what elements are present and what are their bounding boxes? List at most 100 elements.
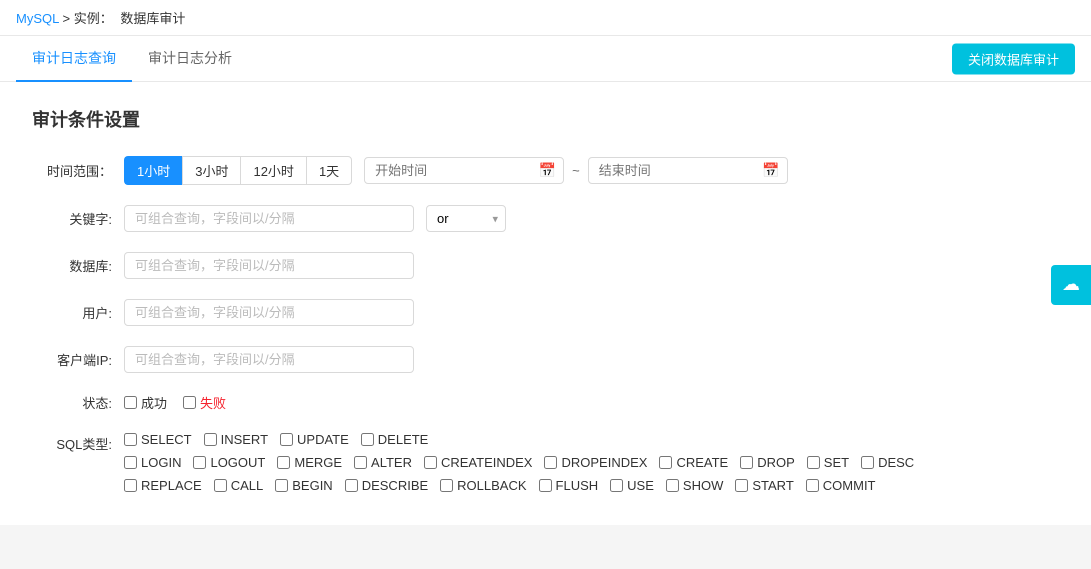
cb-merge[interactable]: [277, 456, 290, 469]
cb-use[interactable]: [610, 479, 623, 492]
sql-cb-replace[interactable]: REPLACE: [124, 478, 202, 493]
sql-cb-delete[interactable]: DELETE: [361, 432, 429, 447]
cb-set[interactable]: [807, 456, 820, 469]
sql-cb-merge[interactable]: MERGE: [277, 455, 342, 470]
sql-cb-logout[interactable]: LOGOUT: [193, 455, 265, 470]
time-range-label: 时间范围：: [32, 161, 112, 180]
sql-cb-begin[interactable]: BEGIN: [275, 478, 332, 493]
breadcrumb-sep1: >: [62, 11, 73, 26]
cloud-icon: ☁: [1062, 274, 1080, 295]
sql-cb-alter[interactable]: ALTER: [354, 455, 412, 470]
time-btn-1d[interactable]: 1天: [306, 156, 352, 185]
cb-drop[interactable]: [740, 456, 753, 469]
cb-start[interactable]: [735, 479, 748, 492]
database-label: 数据库:: [32, 256, 112, 275]
close-db-audit-button[interactable]: 关闭数据库审计: [952, 43, 1075, 74]
cb-delete[interactable]: [361, 433, 374, 446]
time-btn-3h[interactable]: 3小时: [182, 156, 240, 185]
date-separator: ~: [572, 163, 580, 178]
tab-analysis[interactable]: 审计日志分析: [132, 36, 248, 82]
main-container: 审计日志查询 审计日志分析 关闭数据库审计 审计条件设置 时间范围： 1小时 3…: [0, 36, 1091, 525]
client-ip-row: 客户端IP:: [32, 346, 1059, 373]
sql-cb-update[interactable]: UPDATE: [280, 432, 349, 447]
time-buttons: 1小时 3小时 12小时 1天: [124, 156, 352, 185]
start-date-input[interactable]: [364, 157, 564, 184]
breadcrumb-page: 数据库审计: [120, 11, 185, 26]
status-success-label[interactable]: 成功: [124, 393, 167, 412]
status-label: 状态:: [32, 393, 112, 412]
float-cloud-button[interactable]: ☁: [1051, 265, 1091, 305]
time-btn-1h[interactable]: 1小时: [124, 156, 182, 185]
database-row: 数据库:: [32, 252, 1059, 279]
sql-row-1: SELECT INSERT UPDATE DELETE: [124, 432, 922, 447]
operator-select-wrap: or and ▾: [426, 205, 506, 232]
cb-replace[interactable]: [124, 479, 137, 492]
breadcrumb-instance-label: 实例：: [74, 11, 113, 26]
sql-cb-createindex[interactable]: CREATEINDEX: [424, 455, 533, 470]
sql-type-section: SQL类型: SELECT INSERT UPDATE DELETE LOGIN…: [32, 432, 1059, 493]
keyword-row: 关键字: or and ▾: [32, 205, 1059, 232]
user-input[interactable]: [124, 299, 414, 326]
cb-select[interactable]: [124, 433, 137, 446]
cb-alter[interactable]: [354, 456, 367, 469]
operator-select[interactable]: or and: [426, 205, 506, 232]
database-input[interactable]: [124, 252, 414, 279]
tab-query[interactable]: 审计日志查询: [16, 36, 132, 82]
status-fail-text: 失败: [200, 393, 226, 412]
status-success-checkbox[interactable]: [124, 396, 137, 409]
end-date-input[interactable]: [588, 157, 788, 184]
sql-cb-select[interactable]: SELECT: [124, 432, 192, 447]
sql-cb-create[interactable]: CREATE: [659, 455, 728, 470]
cb-begin[interactable]: [275, 479, 288, 492]
status-row: 状态: 成功 失败: [32, 393, 1059, 412]
sql-cb-rollback[interactable]: ROLLBACK: [440, 478, 526, 493]
cb-flush[interactable]: [539, 479, 552, 492]
end-date-wrap: 📅: [588, 157, 788, 184]
user-label: 用户:: [32, 303, 112, 322]
sql-cb-call[interactable]: CALL: [214, 478, 264, 493]
client-ip-input[interactable]: [124, 346, 414, 373]
cb-update[interactable]: [280, 433, 293, 446]
sql-cb-insert[interactable]: INSERT: [204, 432, 268, 447]
sql-row-2: LOGIN LOGOUT MERGE ALTER CREATEINDEX DRO…: [124, 455, 922, 470]
user-row: 用户:: [32, 299, 1059, 326]
sql-cb-start[interactable]: START: [735, 478, 793, 493]
sql-cb-use[interactable]: USE: [610, 478, 654, 493]
sql-cb-drop[interactable]: DROP: [740, 455, 795, 470]
cb-describe[interactable]: [345, 479, 358, 492]
status-fail-label[interactable]: 失败: [183, 393, 226, 412]
cb-desc[interactable]: [861, 456, 874, 469]
cb-logout[interactable]: [193, 456, 206, 469]
client-ip-label: 客户端IP:: [32, 350, 112, 369]
sql-cb-set[interactable]: SET: [807, 455, 849, 470]
cb-create[interactable]: [659, 456, 672, 469]
time-range-row: 时间范围： 1小时 3小时 12小时 1天 📅 ~ 📅: [32, 156, 1059, 185]
keyword-input[interactable]: [124, 205, 414, 232]
time-btn-12h[interactable]: 12小时: [240, 156, 305, 185]
sql-cb-login[interactable]: LOGIN: [124, 455, 181, 470]
sql-row-3: REPLACE CALL BEGIN DESCRIBE ROLLBACK FLU…: [124, 478, 922, 493]
keyword-label: 关键字:: [32, 209, 112, 228]
cb-createindex[interactable]: [424, 456, 437, 469]
tab-bar: 审计日志查询 审计日志分析 关闭数据库审计: [0, 36, 1091, 82]
cb-show[interactable]: [666, 479, 679, 492]
sql-cb-show[interactable]: SHOW: [666, 478, 723, 493]
sql-type-label: SQL类型:: [32, 432, 112, 453]
cb-commit[interactable]: [806, 479, 819, 492]
cb-insert[interactable]: [204, 433, 217, 446]
cb-call[interactable]: [214, 479, 227, 492]
sql-cb-flush[interactable]: FLUSH: [539, 478, 599, 493]
breadcrumb-mysql[interactable]: MySQL: [16, 11, 59, 26]
sql-cb-commit[interactable]: COMMIT: [806, 478, 876, 493]
cb-rollback[interactable]: [440, 479, 453, 492]
sql-cb-describe[interactable]: DESCRIBE: [345, 478, 428, 493]
section-title: 审计条件设置: [32, 106, 1059, 132]
sql-cb-desc[interactable]: DESC: [861, 455, 914, 470]
status-success-text: 成功: [141, 393, 167, 412]
cb-login[interactable]: [124, 456, 137, 469]
status-fail-checkbox[interactable]: [183, 396, 196, 409]
cb-dropeindex[interactable]: [544, 456, 557, 469]
sql-cb-dropeindex[interactable]: DROPEINDEX: [544, 455, 647, 470]
sql-checkboxes: SELECT INSERT UPDATE DELETE LOGIN LOGOUT…: [124, 432, 922, 493]
start-date-wrap: 📅: [364, 157, 564, 184]
